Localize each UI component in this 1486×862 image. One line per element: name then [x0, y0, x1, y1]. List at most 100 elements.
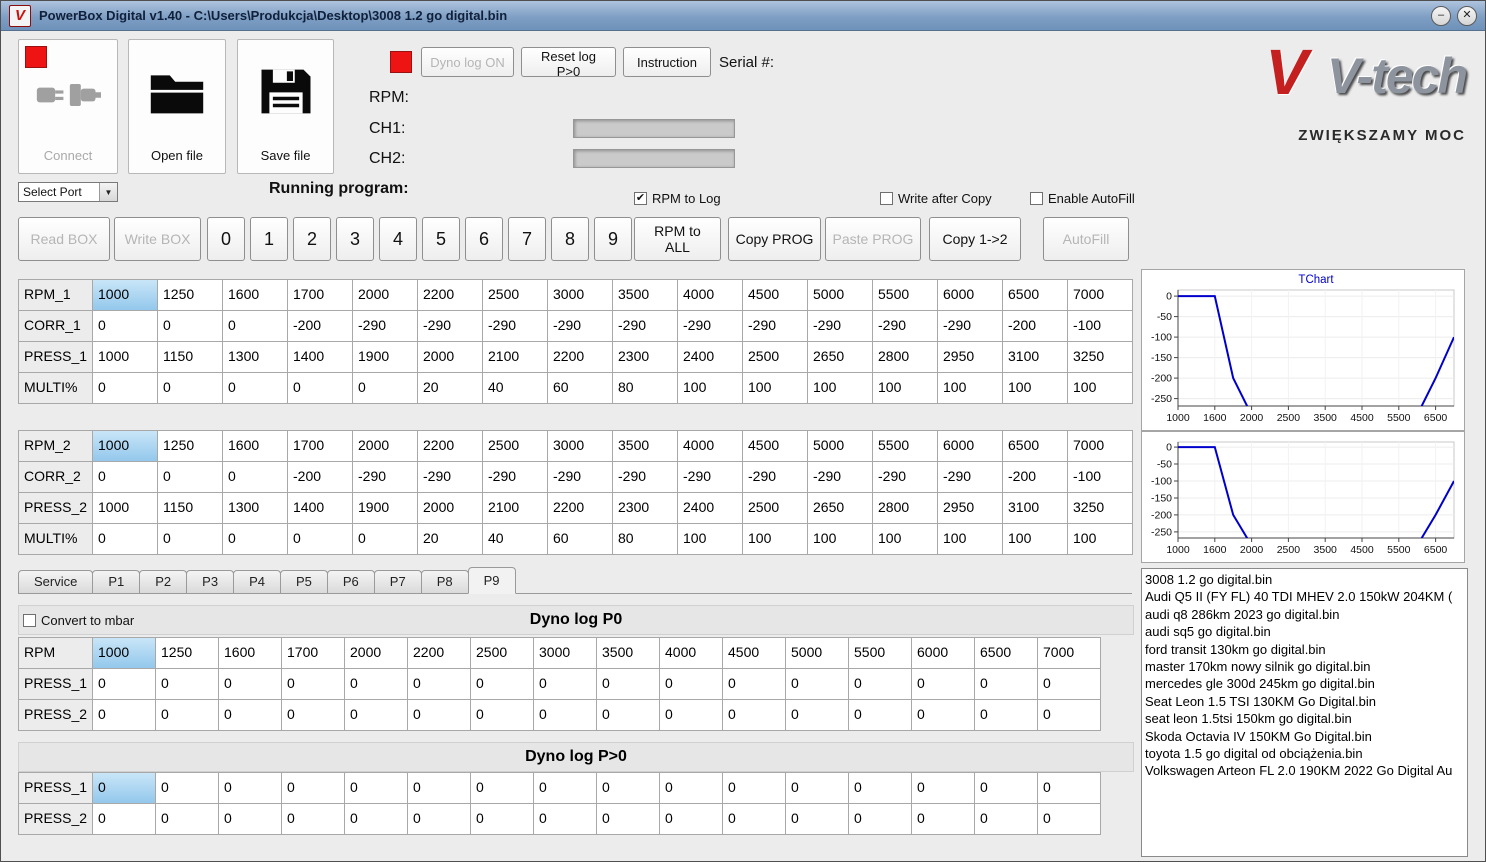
- table-cell[interactable]: 1300: [223, 493, 288, 524]
- table-cell[interactable]: 40: [483, 524, 548, 555]
- table-cell[interactable]: 100: [1003, 373, 1068, 404]
- table-cell[interactable]: 0: [471, 700, 534, 731]
- table-cell[interactable]: 6500: [1003, 431, 1068, 462]
- tab-p4[interactable]: P4: [233, 570, 281, 593]
- table-cell[interactable]: -290: [873, 311, 938, 342]
- table-cell[interactable]: 0: [786, 804, 849, 835]
- table-cell[interactable]: 4500: [743, 280, 808, 311]
- table-cell[interactable]: 2950: [938, 342, 1003, 373]
- table-cell[interactable]: 3500: [613, 280, 678, 311]
- num-button-0[interactable]: 0: [207, 217, 245, 261]
- table-cell[interactable]: 7000: [1068, 431, 1133, 462]
- tab-p8[interactable]: P8: [420, 570, 469, 593]
- table-cell[interactable]: 5000: [808, 280, 873, 311]
- table-cell[interactable]: 0: [534, 804, 597, 835]
- table-cell[interactable]: 3000: [548, 280, 613, 311]
- table-cell[interactable]: 100: [678, 524, 743, 555]
- table-cell[interactable]: 0: [93, 462, 158, 493]
- table-cell[interactable]: 0: [93, 700, 156, 731]
- table-cell[interactable]: 0: [912, 700, 975, 731]
- table-cell[interactable]: 100: [808, 373, 873, 404]
- table-cell[interactable]: 2500: [743, 342, 808, 373]
- table-cell[interactable]: 40: [483, 373, 548, 404]
- table-cell[interactable]: 0: [219, 773, 282, 804]
- table-cell[interactable]: 2650: [808, 493, 873, 524]
- table-cell[interactable]: 0: [408, 804, 471, 835]
- table-cell[interactable]: 5500: [849, 638, 912, 669]
- table-cell[interactable]: -290: [353, 462, 418, 493]
- table-cell[interactable]: 3250: [1068, 493, 1133, 524]
- table-cell[interactable]: -290: [353, 311, 418, 342]
- table-cell[interactable]: -200: [288, 311, 353, 342]
- table-cell[interactable]: 0: [156, 700, 219, 731]
- table-cell[interactable]: 60: [548, 524, 613, 555]
- table-cell[interactable]: 100: [1003, 524, 1068, 555]
- table-cell[interactable]: 2500: [483, 431, 548, 462]
- table-cell[interactable]: 1300: [223, 342, 288, 373]
- table-cell[interactable]: 1600: [223, 431, 288, 462]
- file-list-item[interactable]: toyota 1.5 go digital od obciążenia.bin: [1145, 745, 1467, 762]
- table-cell[interactable]: 0: [93, 804, 156, 835]
- table-cell[interactable]: 100: [808, 524, 873, 555]
- table-cell[interactable]: 0: [723, 773, 786, 804]
- num-button-1[interactable]: 1: [250, 217, 288, 261]
- table-cell[interactable]: 3100: [1003, 342, 1068, 373]
- rpm-to-log-checkbox[interactable]: RPM to Log: [634, 191, 721, 206]
- table-cell[interactable]: -200: [1003, 311, 1068, 342]
- table-cell[interactable]: 1900: [353, 493, 418, 524]
- table-cell[interactable]: 0: [1038, 700, 1101, 731]
- table-cell[interactable]: 0: [282, 773, 345, 804]
- table-cell[interactable]: -290: [808, 311, 873, 342]
- table-cell[interactable]: -100: [1068, 311, 1133, 342]
- table-cell[interactable]: 0: [223, 373, 288, 404]
- table-cell[interactable]: 0: [156, 773, 219, 804]
- table-cell[interactable]: 0: [1038, 804, 1101, 835]
- file-list-item[interactable]: mercedes gle 300d 245km go digital.bin: [1145, 675, 1467, 692]
- table-cell[interactable]: 100: [938, 524, 1003, 555]
- table-cell[interactable]: 1900: [353, 342, 418, 373]
- table-cell[interactable]: 0: [408, 773, 471, 804]
- table-cell[interactable]: 1000: [93, 431, 158, 462]
- table-cell[interactable]: -290: [743, 311, 808, 342]
- table-cell[interactable]: 100: [873, 373, 938, 404]
- table-cell[interactable]: 2000: [345, 638, 408, 669]
- table-cell[interactable]: 0: [849, 669, 912, 700]
- table-cell[interactable]: 0: [849, 804, 912, 835]
- table-cell[interactable]: 0: [353, 373, 418, 404]
- open-file-button[interactable]: Open file: [128, 39, 226, 174]
- table-cell[interactable]: -290: [743, 462, 808, 493]
- table-cell[interactable]: 3250: [1068, 342, 1133, 373]
- enable-autofill-checkbox[interactable]: Enable AutoFill: [1030, 191, 1135, 206]
- file-list-item[interactable]: Skoda Octavia IV 150KM Go Digital.bin: [1145, 728, 1467, 745]
- table-cell[interactable]: 3100: [1003, 493, 1068, 524]
- table-cell[interactable]: 0: [975, 669, 1038, 700]
- table-cell[interactable]: 2400: [678, 493, 743, 524]
- table-cell[interactable]: 7000: [1038, 638, 1101, 669]
- table-cell[interactable]: 4000: [660, 638, 723, 669]
- table-cell[interactable]: 2950: [938, 493, 1003, 524]
- table-cell[interactable]: -290: [938, 311, 1003, 342]
- table-cell[interactable]: 0: [1038, 773, 1101, 804]
- copy-prog-button[interactable]: Copy PROG: [728, 217, 821, 261]
- table-cell[interactable]: 2200: [548, 493, 613, 524]
- table-cell[interactable]: 2200: [418, 280, 483, 311]
- num-button-2[interactable]: 2: [293, 217, 331, 261]
- table-cell[interactable]: 2400: [678, 342, 743, 373]
- table-cell[interactable]: 0: [660, 804, 723, 835]
- table-cell[interactable]: 4500: [723, 638, 786, 669]
- instruction-button[interactable]: Instruction: [623, 47, 711, 77]
- chevron-down-icon[interactable]: ▼: [99, 183, 117, 201]
- table-cell[interactable]: 0: [534, 669, 597, 700]
- table-cell[interactable]: 2100: [483, 493, 548, 524]
- table-cell[interactable]: -290: [548, 462, 613, 493]
- dyno-log-on-button[interactable]: Dyno log ON: [421, 47, 514, 77]
- tab-p1[interactable]: P1: [92, 570, 141, 593]
- table-cell[interactable]: 0: [471, 669, 534, 700]
- table-cell[interactable]: 1000: [93, 342, 158, 373]
- table-cell[interactable]: 0: [408, 700, 471, 731]
- table-cell[interactable]: 1250: [156, 638, 219, 669]
- reset-log-button[interactable]: Reset log P>0: [521, 47, 616, 79]
- table-cell[interactable]: 1000: [93, 638, 156, 669]
- table-cell[interactable]: -290: [548, 311, 613, 342]
- connect-button[interactable]: Connect: [18, 39, 118, 174]
